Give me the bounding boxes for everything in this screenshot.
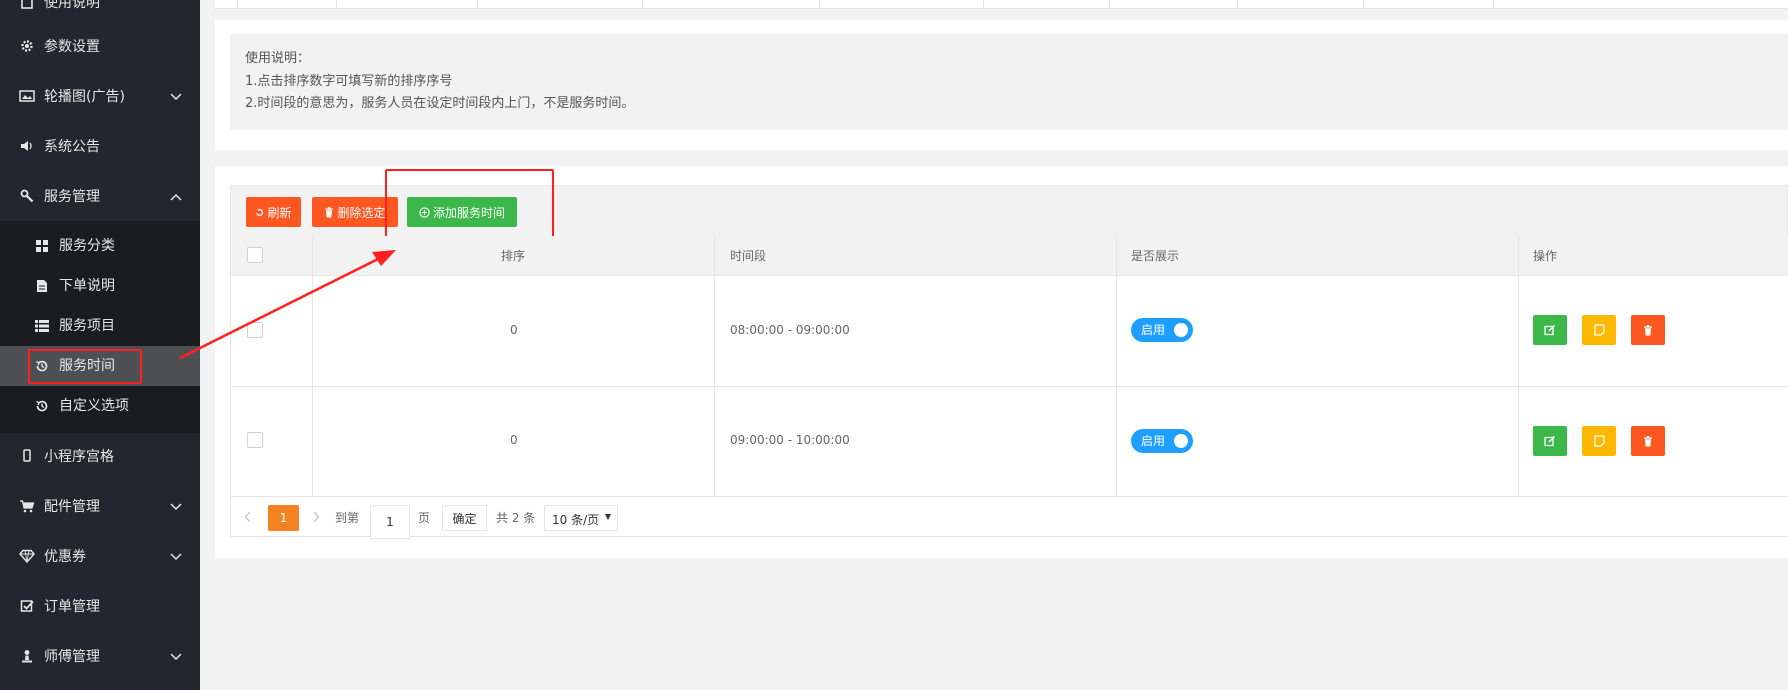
dropdown-caret-icon (605, 514, 611, 520)
display-toggle[interactable]: 启用 (1131, 318, 1193, 342)
chevron-down-icon (170, 93, 182, 101)
edit-icon (1544, 324, 1556, 336)
previous-table-edge (215, 0, 1788, 9)
note-button[interactable] (1582, 426, 1616, 456)
sidebar-item-label: 师傅管理 (44, 649, 100, 665)
mobile-icon (18, 447, 36, 465)
sidebar-item-banner[interactable]: 轮播图(广告) (0, 72, 200, 122)
display-toggle[interactable]: 启用 (1131, 429, 1193, 453)
history-icon (34, 397, 50, 415)
highlight-box-sidebar (28, 349, 142, 384)
sidebar-subitem-label: 下单说明 (59, 278, 115, 294)
sort-value[interactable]: 0 (510, 322, 518, 338)
goto-label: 到第 (335, 511, 360, 525)
diamond-icon (18, 547, 36, 565)
chevron-down-icon (170, 653, 182, 661)
chevron-up-icon (170, 193, 182, 201)
checkbox-icon (18, 597, 36, 615)
column-header-sort: 排序 (501, 249, 526, 263)
time-slot-value: 08:00:00 - 09:00:00 (730, 323, 850, 337)
sidebar-item-announcement[interactable]: 系统公告 (0, 122, 200, 172)
sidebar-item-label: 优惠券 (44, 549, 86, 565)
pagination: 1 到第 1 页 确定 共 2 条 10 条/页 (230, 497, 1788, 539)
page-size-select[interactable]: 10 条/页 (544, 505, 618, 531)
column-header-display: 是否展示 (1131, 249, 1180, 263)
sidebar-item-coupons[interactable]: 优惠券 (0, 532, 200, 582)
note-icon (1593, 324, 1605, 336)
sort-value[interactable]: 0 (510, 432, 518, 448)
sidebar-item-label: 参数设置 (44, 39, 100, 55)
sidebar-item-technicians[interactable]: 师傅管理 (0, 632, 200, 682)
sidebar-item-parts[interactable]: 配件管理 (0, 482, 200, 532)
note-icon (1593, 435, 1605, 447)
sidebar-item-label: 配件管理 (44, 499, 100, 515)
sidebar-item-label: 服务管理 (44, 189, 100, 205)
next-page-icon[interactable] (312, 511, 320, 523)
trash-icon (1644, 435, 1652, 446)
chevron-down-icon (170, 553, 182, 561)
row-checkbox[interactable] (247, 322, 263, 338)
sidebar-subitem-custom-options[interactable]: 自定义选项 (0, 386, 200, 426)
row-checkbox[interactable] (247, 432, 263, 448)
usage-notice: 使用说明： 1.点击排序数字可填写新的排序序号 2.时间段的意思为，服务人员在设… (230, 34, 1788, 130)
column-header-time-slot: 时间段 (730, 249, 767, 263)
confirm-page-button[interactable]: 确定 (442, 505, 487, 531)
trash-icon (1644, 324, 1652, 335)
submenu: 服务分类 下单说明 服务项目 服务时间 自定义选项 (0, 221, 200, 433)
book-icon (18, 0, 36, 11)
sidebar-subitem-label: 自定义选项 (59, 398, 129, 414)
sidebar-subitem-label: 服务项目 (59, 318, 115, 334)
cart-icon (18, 497, 36, 515)
time-slot-value: 09:00:00 - 10:00:00 (730, 433, 850, 447)
table-header: 排序 时间段 是否展示 操作 (231, 236, 1788, 276)
sidebar-item-settings[interactable]: 参数设置 (0, 22, 200, 72)
worker-icon (18, 647, 36, 665)
page-unit-label: 页 (418, 511, 431, 525)
notice-line: 1.点击排序数字可填写新的排序序号 (245, 74, 453, 89)
sidebar-item-label: 使用说明 (44, 0, 100, 11)
wrench-icon (18, 187, 36, 205)
edit-button[interactable] (1533, 315, 1567, 345)
notice-line: 2.时间段的意思为，服务人员在设定时间段内上门，不是服务时间。 (245, 96, 635, 111)
edit-button[interactable] (1533, 426, 1567, 456)
sidebar-item-service-management[interactable]: 服务管理 (0, 172, 200, 222)
current-page[interactable]: 1 (268, 505, 299, 531)
sidebar-item-label: 轮播图(广告) (44, 89, 125, 105)
gear-icon (18, 37, 36, 55)
sidebar-item-label: 系统公告 (44, 139, 100, 155)
refresh-icon (255, 208, 264, 217)
edit-icon (1544, 435, 1556, 447)
page-input[interactable]: 1 (370, 505, 410, 539)
select-all-checkbox[interactable] (247, 247, 263, 263)
highlight-box-add-button (385, 169, 554, 243)
refresh-button[interactable]: 刷新 (246, 197, 301, 227)
sidebar-item-label: 订单管理 (44, 599, 100, 615)
list-icon (34, 317, 50, 335)
grid-icon (34, 237, 50, 255)
notice-title: 使用说明： (245, 51, 311, 66)
speaker-icon (18, 137, 36, 155)
document-icon (34, 277, 50, 295)
prev-page-icon[interactable] (244, 511, 252, 523)
sidebar-subitem-order-notes[interactable]: 下单说明 (0, 266, 200, 306)
column-header-actions: 操作 (1533, 249, 1558, 263)
note-button[interactable] (1582, 315, 1616, 345)
sidebar-item-label: 小程序宫格 (44, 449, 114, 465)
delete-button[interactable] (1631, 426, 1665, 456)
trash-icon (324, 206, 334, 218)
chevron-down-icon (170, 503, 182, 511)
sidebar-item-miniprogram-grid[interactable]: 小程序宫格 (0, 432, 200, 482)
total-count: 共 2 条 (496, 511, 536, 525)
sidebar-subitem-service-category[interactable]: 服务分类 (0, 226, 200, 266)
sidebar-subitem-label: 服务分类 (59, 238, 115, 254)
image-icon (18, 87, 36, 105)
delete-button[interactable] (1631, 315, 1665, 345)
service-time-table: 排序 时间段 是否展示 操作 0 08:00:00 - 09:00:00 启用 … (230, 236, 1788, 537)
sidebar-item-orders[interactable]: 订单管理 (0, 582, 200, 632)
sidebar-subitem-service-items[interactable]: 服务项目 (0, 306, 200, 346)
sidebar: 使用说明 参数设置 轮播图(广告) 系统公告 服务管理 服务分类 下单说明 服务… (0, 0, 200, 690)
